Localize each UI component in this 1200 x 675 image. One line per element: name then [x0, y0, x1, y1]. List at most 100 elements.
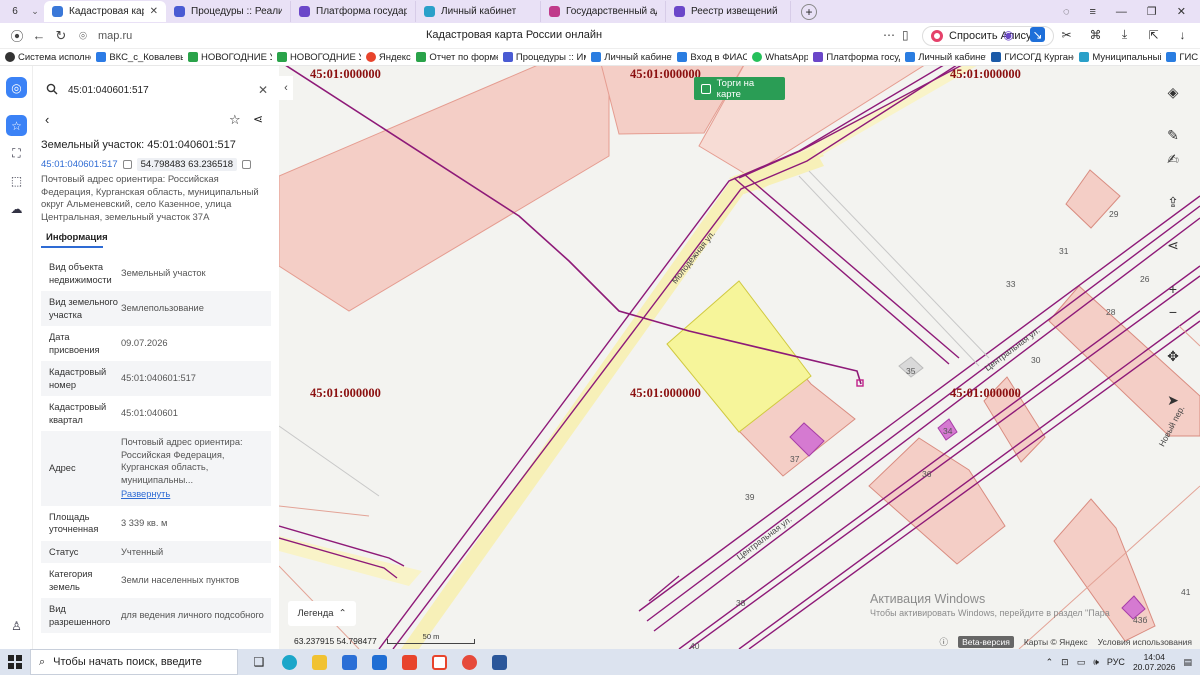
tabs-dropdown-icon[interactable]: ⌄ [26, 6, 44, 17]
file-explorer-icon[interactable] [304, 649, 334, 675]
map-copyright[interactable]: Карты © Яндекс [1024, 637, 1088, 647]
tray-chevron-icon[interactable]: ⌃ [1046, 657, 1054, 668]
upload-cloud-icon[interactable]: ⇪ [1160, 189, 1186, 215]
maximize-icon[interactable]: ❐ [1147, 5, 1157, 18]
profile-icon[interactable]: ◌ [1063, 6, 1070, 18]
clear-search-icon[interactable]: ✕ [258, 83, 268, 97]
bookmark-item[interactable]: Муниципальный [1074, 52, 1161, 63]
copy-icon[interactable] [242, 160, 252, 169]
more-options-icon[interactable]: ⋯ [883, 28, 895, 42]
bookmark-item[interactable]: Личный кабинет [586, 52, 672, 63]
share-icon[interactable]: ⇱ [1146, 27, 1161, 42]
bookmark-item[interactable]: Процедуры :: Им [498, 52, 586, 63]
mail-icon[interactable] [364, 649, 394, 675]
map-layers-icon[interactable]: ⛶ [6, 143, 27, 164]
tab-cadastral-map[interactable]: Кадастровая карта Р ✕ [44, 1, 166, 22]
extension-icon[interactable]: ◉ [1001, 27, 1016, 42]
url-field[interactable]: map.ru [98, 30, 132, 42]
share-icon[interactable]: ⋖ [1160, 232, 1186, 258]
start-button[interactable] [0, 649, 30, 675]
select-area-icon[interactable]: ⬚ [6, 170, 27, 191]
object-title: Земельный участок: 45:01:040601:517 [41, 139, 236, 151]
downloads-icon[interactable]: ⤓ [1117, 27, 1132, 42]
extension-icon[interactable]: ✂ [1059, 27, 1074, 42]
notifications-icon[interactable]: ▤ [1183, 657, 1192, 668]
bookmark-item[interactable]: ВКС_с_Ковалевы [91, 52, 183, 63]
taskbar-search[interactable]: ⌕ Чтобы начать поиск, введите [30, 649, 238, 675]
share-icon[interactable]: ⋖ [253, 112, 263, 126]
language-indicator[interactable]: РУС [1107, 657, 1125, 667]
bookmark-item[interactable]: Отчет по форме [411, 52, 498, 63]
close-tab-icon[interactable]: ✕ [150, 6, 158, 17]
favorites-star-icon[interactable]: ☆ [6, 115, 27, 136]
bookmark-item[interactable]: WhatsApp [747, 52, 808, 63]
object-identifiers: 45:01:040601:517 54.798483 63.236518 [41, 158, 252, 171]
tab-personal-cabinet[interactable]: Личный кабинет [416, 1, 541, 22]
bookmark-item[interactable]: Система исполне [0, 52, 91, 63]
bookmark-item[interactable]: Яндекс [361, 52, 412, 63]
network-icon[interactable]: ⊡ [1061, 657, 1069, 668]
bookmark-item[interactable]: Вход в ФИАС [672, 52, 747, 63]
checkbox-icon[interactable] [701, 83, 711, 94]
new-tab-button[interactable]: + [801, 3, 817, 20]
site-info-icon[interactable]: ⌾ [72, 28, 94, 44]
house-number: 26 [1140, 274, 1150, 284]
cadastral-number-link[interactable]: 45:01:040601:517 [41, 159, 118, 170]
store-icon[interactable] [334, 649, 364, 675]
tab-state-address[interactable]: Государственный адрес [541, 1, 666, 22]
search-field[interactable]: 45:01:040601:517 ✕ [40, 78, 274, 102]
tab-notices-registry[interactable]: Реестр извещений [666, 1, 791, 22]
favorite-star-icon[interactable]: ☆ [229, 112, 241, 128]
extension-icon[interactable]: ↘ [1030, 27, 1045, 42]
tab-counter[interactable]: 6 [4, 3, 26, 20]
download-icon[interactable]: ↓ [1175, 27, 1190, 42]
close-window-icon[interactable]: ✕ [1177, 5, 1186, 18]
tab-procedures[interactable]: Процедуры :: Реализаци [166, 1, 291, 22]
app-logo-icon[interactable]: ◎ [6, 77, 27, 98]
minimize-icon[interactable]: — [1116, 6, 1127, 18]
tab-gov-platform[interactable]: Платформа государстве [291, 1, 416, 22]
bookmark-icon [276, 52, 287, 62]
copy-icon[interactable] [122, 160, 132, 169]
bookmark-item[interactable]: НОВОГОДНИЕ У [183, 52, 272, 63]
ruler-icon[interactable]: ✎ [1160, 122, 1186, 148]
edge-icon[interactable] [274, 649, 304, 675]
word-icon[interactable] [484, 649, 514, 675]
terms-link[interactable]: Условия использования [1098, 637, 1192, 647]
bookmark-icon[interactable]: ▯ [902, 28, 909, 42]
menu-icon[interactable]: ≡ [1089, 6, 1095, 18]
zoom-out-icon[interactable]: − [1160, 299, 1186, 325]
tab-information[interactable]: Информация [46, 232, 108, 243]
task-view-icon[interactable]: ❑ [244, 649, 274, 675]
volume-icon[interactable]: 🕪 [1093, 657, 1099, 668]
auctions-on-map-toggle[interactable]: Торги на карте [694, 77, 785, 100]
yandex-home-icon[interactable]: ⦿ [6, 26, 28, 45]
clock[interactable]: 14:04 20.07.2026 [1133, 652, 1176, 672]
extensions-icon[interactable]: ⌘ [1088, 27, 1103, 42]
search-query[interactable]: 45:01:040601:517 [68, 85, 149, 96]
pan-icon[interactable]: ✥ [1160, 343, 1186, 369]
bookmark-item[interactable]: НОВОГОДНИЕ У [272, 52, 361, 63]
yandex-icon[interactable] [394, 649, 424, 675]
bookmark-item[interactable]: ГИСОГД Курганс [986, 52, 1074, 63]
collapse-panel-button[interactable]: ‹ [279, 76, 293, 100]
chrome-icon[interactable] [454, 649, 484, 675]
layers-icon[interactable]: ◈ [1160, 79, 1186, 105]
cloud-icon[interactable]: ☁ [6, 198, 27, 219]
bookmark-item[interactable]: ГИС [1161, 52, 1200, 63]
map-canvas[interactable]: Торги на карте 45:01:000000 45:01:000000… [279, 66, 1200, 649]
info-icon[interactable]: ⓘ [940, 636, 949, 648]
user-icon[interactable]: ♙ [6, 615, 27, 636]
battery-icon[interactable]: ▭ [1077, 657, 1086, 668]
edit-icon[interactable]: ✍ [1160, 146, 1186, 172]
yandex-browser-icon[interactable] [424, 649, 454, 675]
bookmark-icon [96, 52, 107, 62]
back-arrow-icon[interactable]: ‹ [45, 112, 49, 127]
bookmark-item[interactable]: Личный кабинет [900, 52, 986, 63]
geolocation-icon[interactable]: ➤ [1160, 387, 1186, 413]
expand-address-link[interactable]: Развернуть [121, 488, 170, 501]
reload-icon[interactable]: ↻ [50, 28, 72, 44]
legend-button[interactable]: Легенда ⌃ [288, 601, 356, 626]
back-icon[interactable]: ← [28, 28, 50, 43]
bookmark-item[interactable]: Платформа госуд [808, 52, 900, 63]
